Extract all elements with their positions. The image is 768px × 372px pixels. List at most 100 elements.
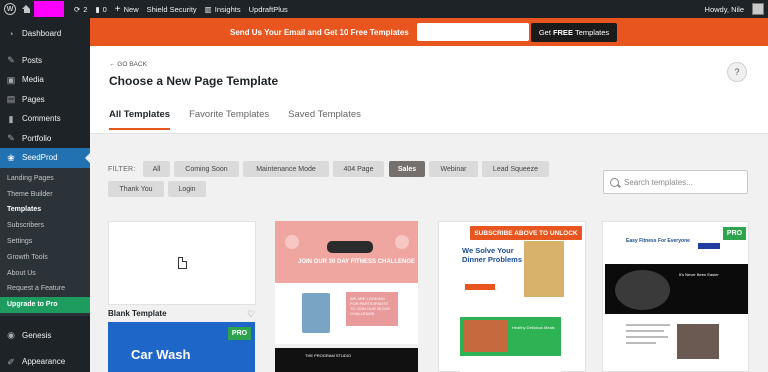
help-button[interactable]: ? [727, 62, 747, 82]
template-tabs: All Templates Favorite Templates Saved T… [109, 109, 380, 130]
bar-chart-icon: ▥ [204, 4, 212, 14]
fitness-photo [302, 293, 330, 333]
fitness-box-text: WE ARE LOOKING FOR PARTICIPANTS TO JOIN … [346, 292, 398, 326]
filter-chip-thank-you[interactable]: Thank You [108, 181, 164, 197]
sidebar-item-seedprod[interactable]: ❀ SeedProd [0, 148, 90, 168]
pin-icon: ✎ [7, 55, 15, 66]
page-header: ← GO BACK Choose a New Page Template ? A… [90, 46, 768, 134]
filter-chip-maintenance-mode[interactable]: Maintenance Mode [243, 161, 329, 177]
fitness-template-preview[interactable]: JOIN OUR 30 DAY FITNESS CHALLENGE [275, 221, 418, 283]
easy-fitness-photo [677, 324, 719, 359]
tab-all-templates[interactable]: All Templates [109, 109, 171, 130]
dinner-green-text: Healthy Delicious Meals [512, 325, 555, 330]
email-banner: Send Us Your Email and Get 10 Free Templ… [90, 18, 768, 46]
blank-template-label: Blank Template [108, 309, 167, 318]
admin-bar: W ⟳ 2 ▮ 0 + New Shield Security ▥ Insigh… [0, 0, 768, 18]
comments-link[interactable]: ▮ 0 [91, 0, 110, 18]
howdy-user[interactable]: Howdy, Nile [701, 0, 748, 18]
dinner-bottom-section [460, 356, 561, 372]
seedprod-submenu: Landing Pages Theme Builder Templates Su… [0, 167, 90, 316]
search-input[interactable] [624, 177, 739, 187]
plus-icon: + [114, 3, 121, 15]
home-icon[interactable] [22, 5, 31, 13]
sidebar-item-comments[interactable]: ▮ Comments [0, 109, 90, 129]
carwash-template-preview[interactable]: PRO Car Wash [108, 322, 255, 372]
submenu-theme-builder[interactable]: Theme Builder [0, 186, 90, 202]
sidebar-item-label: SeedProd [22, 153, 58, 163]
fitness-footer-text: THE PROGRAM STUDIO [305, 353, 352, 358]
filter-chip-lead-squeeze[interactable]: Lead Squeeze [482, 161, 549, 177]
banner-text: Send Us Your Email and Get 10 Free Templ… [230, 27, 409, 37]
shield-security-link[interactable]: Shield Security [143, 0, 201, 18]
submenu-subscribers[interactable]: Subscribers [0, 218, 90, 234]
fitness-headline: JOIN OUR 30 DAY FITNESS CHALLENGE [298, 259, 416, 265]
banner-email-input[interactable] [417, 23, 529, 41]
filter-chip-all[interactable]: All [143, 161, 170, 177]
submenu-request-feature[interactable]: Request a Feature [0, 281, 90, 297]
document-icon [177, 256, 187, 269]
submenu-about-us[interactable]: About Us [0, 265, 90, 281]
go-back-link[interactable]: ← GO BACK [109, 61, 147, 68]
question-icon: ? [734, 67, 740, 77]
fitness-template-section: WE ARE LOOKING FOR PARTICIPANTS TO JOIN … [275, 283, 418, 344]
sidebar-item-label: Posts [22, 55, 43, 65]
sidebar-item-genesis[interactable]: ◉ Genesis [0, 326, 90, 346]
sidebar-item-label: Media [22, 75, 44, 85]
filter-chip-404-page[interactable]: 404 Page [333, 161, 384, 177]
submenu-templates[interactable]: Templates [0, 202, 90, 218]
sidebar-item-dashboard[interactable]: ◔ Dashboard [0, 24, 90, 44]
tab-favorite-templates[interactable]: Favorite Templates [189, 109, 269, 130]
new-content-link[interactable]: + New [111, 0, 143, 18]
wordpress-logo-icon[interactable]: W [4, 3, 16, 15]
comments-count: 0 [102, 4, 107, 14]
dashboard-icon: ◔ [8, 28, 14, 39]
submenu-settings[interactable]: Settings [0, 234, 90, 250]
filter-label: FILTER: [108, 166, 136, 173]
sidebar-item-label: Pages [22, 94, 45, 104]
pro-badge: PRO [228, 327, 251, 340]
sidebar-item-portfolio[interactable]: ✎ Portfolio [0, 129, 90, 149]
banner-button-prefix: Get [538, 28, 551, 37]
updates-count: 2 [83, 4, 88, 14]
subscribe-to-unlock-badge: SUBSCRIBE ABOVE TO UNLOCK [470, 226, 582, 240]
sidebar-item-posts[interactable]: ✎ Posts [0, 51, 90, 71]
updraftplus-link[interactable]: UpdraftPlus [245, 0, 292, 18]
brush-icon: ✐ [7, 356, 15, 367]
sidebar-item-label: Appearance [22, 357, 66, 367]
sidebar-item-appearance[interactable]: ✐ Appearance [0, 352, 90, 372]
dinner-heading: We Solve Your Dinner Problems [462, 246, 523, 264]
sidebar-item-pages[interactable]: ▤ Pages [0, 90, 90, 110]
filter-chip-sales[interactable]: Sales [389, 161, 425, 177]
heart-icon[interactable]: ♡ [247, 309, 255, 320]
filter-chip-coming-soon[interactable]: Coming Soon [174, 161, 239, 177]
page-title: Choose a New Page Template [109, 74, 279, 88]
pages-icon: ▤ [6, 94, 16, 105]
sidebar-item-label: Portfolio [22, 133, 52, 143]
tab-saved-templates[interactable]: Saved Templates [288, 109, 361, 130]
submenu-landing-pages[interactable]: Landing Pages [0, 171, 90, 187]
site-name[interactable] [34, 1, 64, 17]
filter-chip-login[interactable]: Login [168, 181, 206, 197]
genesis-icon: ◉ [7, 330, 15, 341]
insights-link[interactable]: ▥ Insights [201, 0, 245, 18]
decor-circle [285, 235, 299, 249]
filter-chip-webinar[interactable]: Webinar [429, 161, 478, 177]
easy-fitness-text-lines [626, 324, 670, 354]
submenu-upgrade-to-pro[interactable]: Upgrade to Pro [0, 296, 90, 313]
dinner-meal-image [463, 320, 507, 352]
comment-icon: ▮ [8, 113, 14, 124]
dinner-food-image [524, 241, 564, 297]
decor-circle [395, 235, 409, 249]
sidebar-item-media[interactable]: ▣ Media [0, 70, 90, 90]
search-icon [610, 177, 619, 187]
new-label: New [123, 4, 139, 14]
comments-updates[interactable]: ⟳ 2 [70, 0, 91, 18]
search-box [603, 170, 748, 194]
banner-button-bold: FREE [552, 28, 573, 37]
dinner-green-section: Healthy Delicious Meals [460, 317, 561, 356]
fitness-person-image [327, 241, 373, 253]
get-free-templates-button[interactable]: Get FREE Templates [531, 23, 617, 42]
blank-template-card[interactable] [108, 221, 256, 305]
avatar[interactable] [752, 3, 764, 15]
submenu-growth-tools[interactable]: Growth Tools [0, 249, 90, 265]
